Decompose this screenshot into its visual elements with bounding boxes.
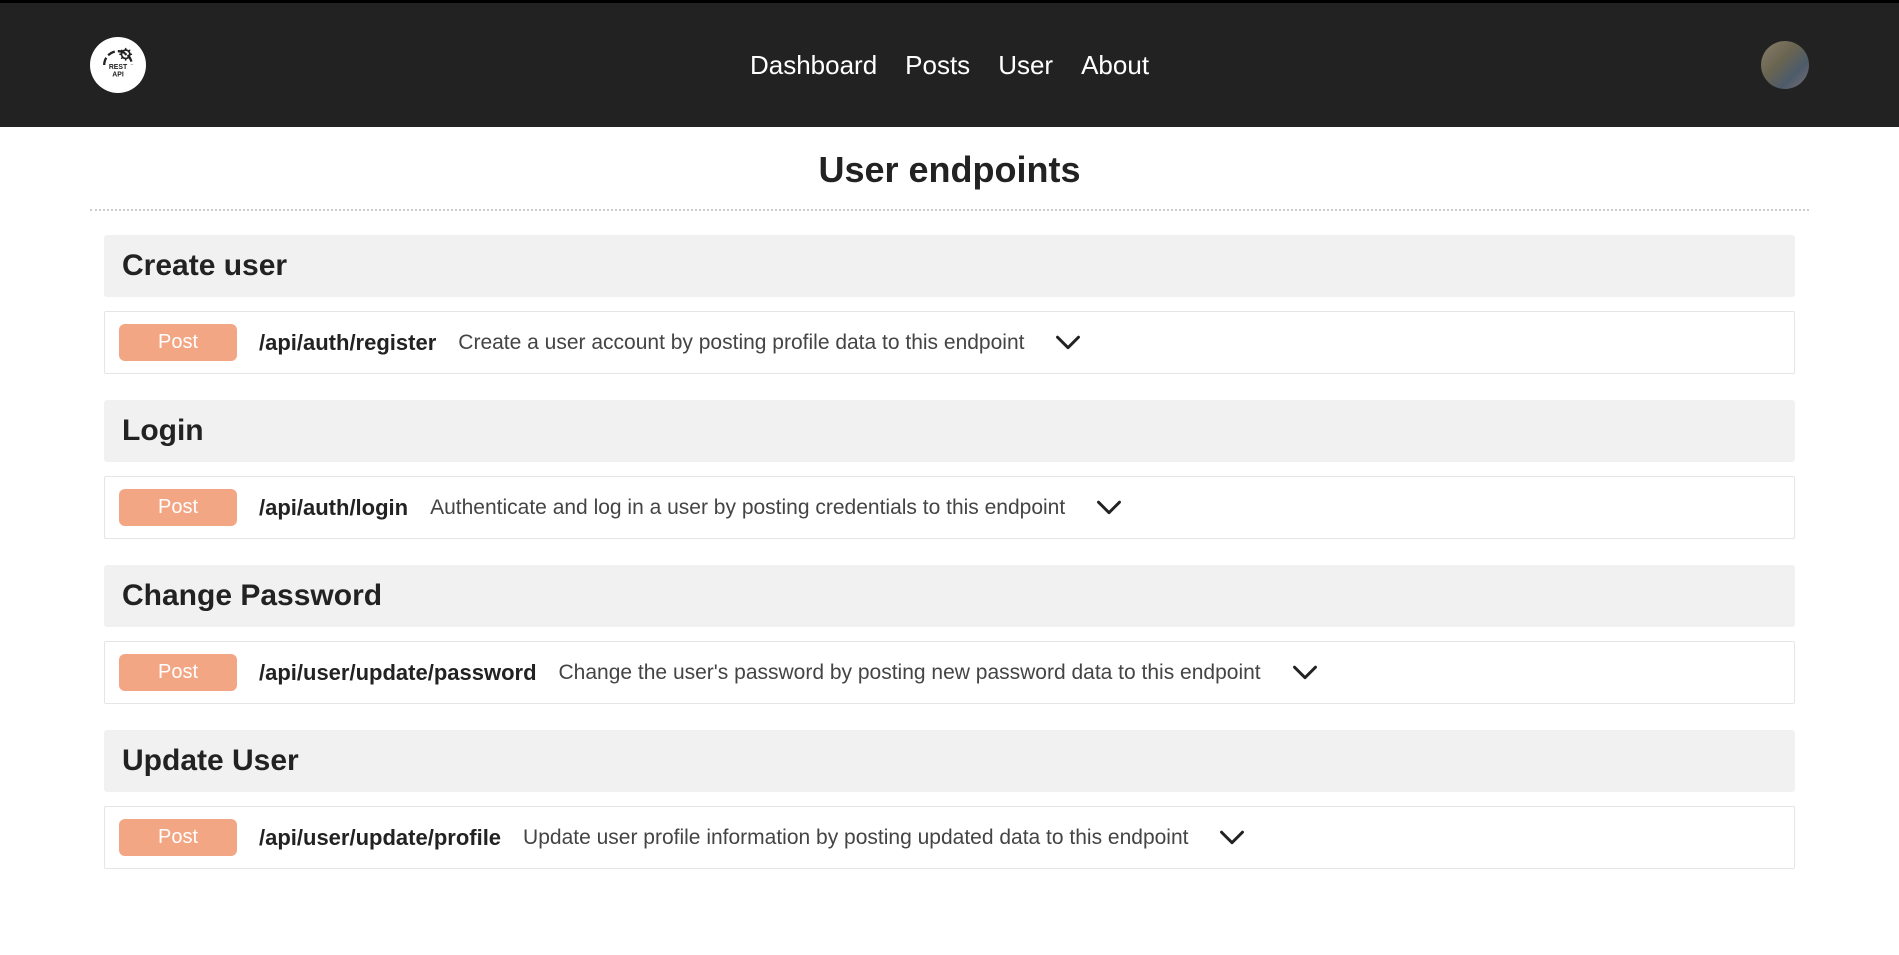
svg-text:API: API <box>112 72 124 79</box>
chevron-down-icon[interactable] <box>1218 828 1246 848</box>
endpoint-section: Update User Post /api/user/update/profil… <box>104 730 1795 869</box>
http-method-badge: Post <box>119 654 237 691</box>
endpoint-section: Login Post /api/auth/login Authenticate … <box>104 400 1795 539</box>
avatar[interactable] <box>1761 41 1809 89</box>
section-header-update-user: Update User <box>104 730 1795 792</box>
chevron-down-icon[interactable] <box>1095 498 1123 518</box>
endpoint-description: Update user profile information by posti… <box>523 826 1188 850</box>
endpoint-description: Create a user account by posting profile… <box>458 331 1024 355</box>
http-method-badge: Post <box>119 489 237 526</box>
endpoint-path: /api/user/update/password <box>259 660 537 686</box>
chevron-down-icon[interactable] <box>1054 333 1082 353</box>
section-title: Update User <box>122 744 1777 778</box>
svg-text:REST: REST <box>109 64 128 71</box>
section-title: Change Password <box>122 579 1777 613</box>
divider <box>90 209 1809 211</box>
endpoint-row[interactable]: Post /api/user/update/profile Update use… <box>104 806 1795 869</box>
section-header-login: Login <box>104 400 1795 462</box>
endpoint-section: Create user Post /api/auth/register Crea… <box>104 235 1795 374</box>
section-header-change-password: Change Password <box>104 565 1795 627</box>
http-method-badge: Post <box>119 324 237 361</box>
logo[interactable]: REST API <box>90 37 146 93</box>
header: REST API Dashboard Posts User About <box>0 3 1899 127</box>
endpoint-path: /api/auth/login <box>259 495 408 521</box>
nav-dashboard[interactable]: Dashboard <box>750 50 877 81</box>
section-header-create-user: Create user <box>104 235 1795 297</box>
endpoint-row[interactable]: Post /api/auth/login Authenticate and lo… <box>104 476 1795 539</box>
endpoint-section: Change Password Post /api/user/update/pa… <box>104 565 1795 704</box>
nav-user[interactable]: User <box>998 50 1053 81</box>
endpoint-path: /api/user/update/profile <box>259 825 501 851</box>
section-title: Login <box>122 414 1777 448</box>
nav-about[interactable]: About <box>1081 50 1149 81</box>
endpoint-description: Authenticate and log in a user by postin… <box>430 496 1065 520</box>
endpoint-row[interactable]: Post /api/user/update/password Change th… <box>104 641 1795 704</box>
main-nav: Dashboard Posts User About <box>750 50 1149 81</box>
rest-api-logo-icon: REST API <box>95 42 141 88</box>
endpoint-description: Change the user's password by posting ne… <box>559 661 1261 685</box>
section-title: Create user <box>122 249 1777 283</box>
chevron-down-icon[interactable] <box>1291 663 1319 683</box>
page-title: User endpoints <box>90 149 1809 191</box>
endpoint-row[interactable]: Post /api/auth/register Create a user ac… <box>104 311 1795 374</box>
page-content: User endpoints Create user Post /api/aut… <box>0 149 1899 935</box>
endpoint-path: /api/auth/register <box>259 330 436 356</box>
http-method-badge: Post <box>119 819 237 856</box>
nav-posts[interactable]: Posts <box>905 50 970 81</box>
